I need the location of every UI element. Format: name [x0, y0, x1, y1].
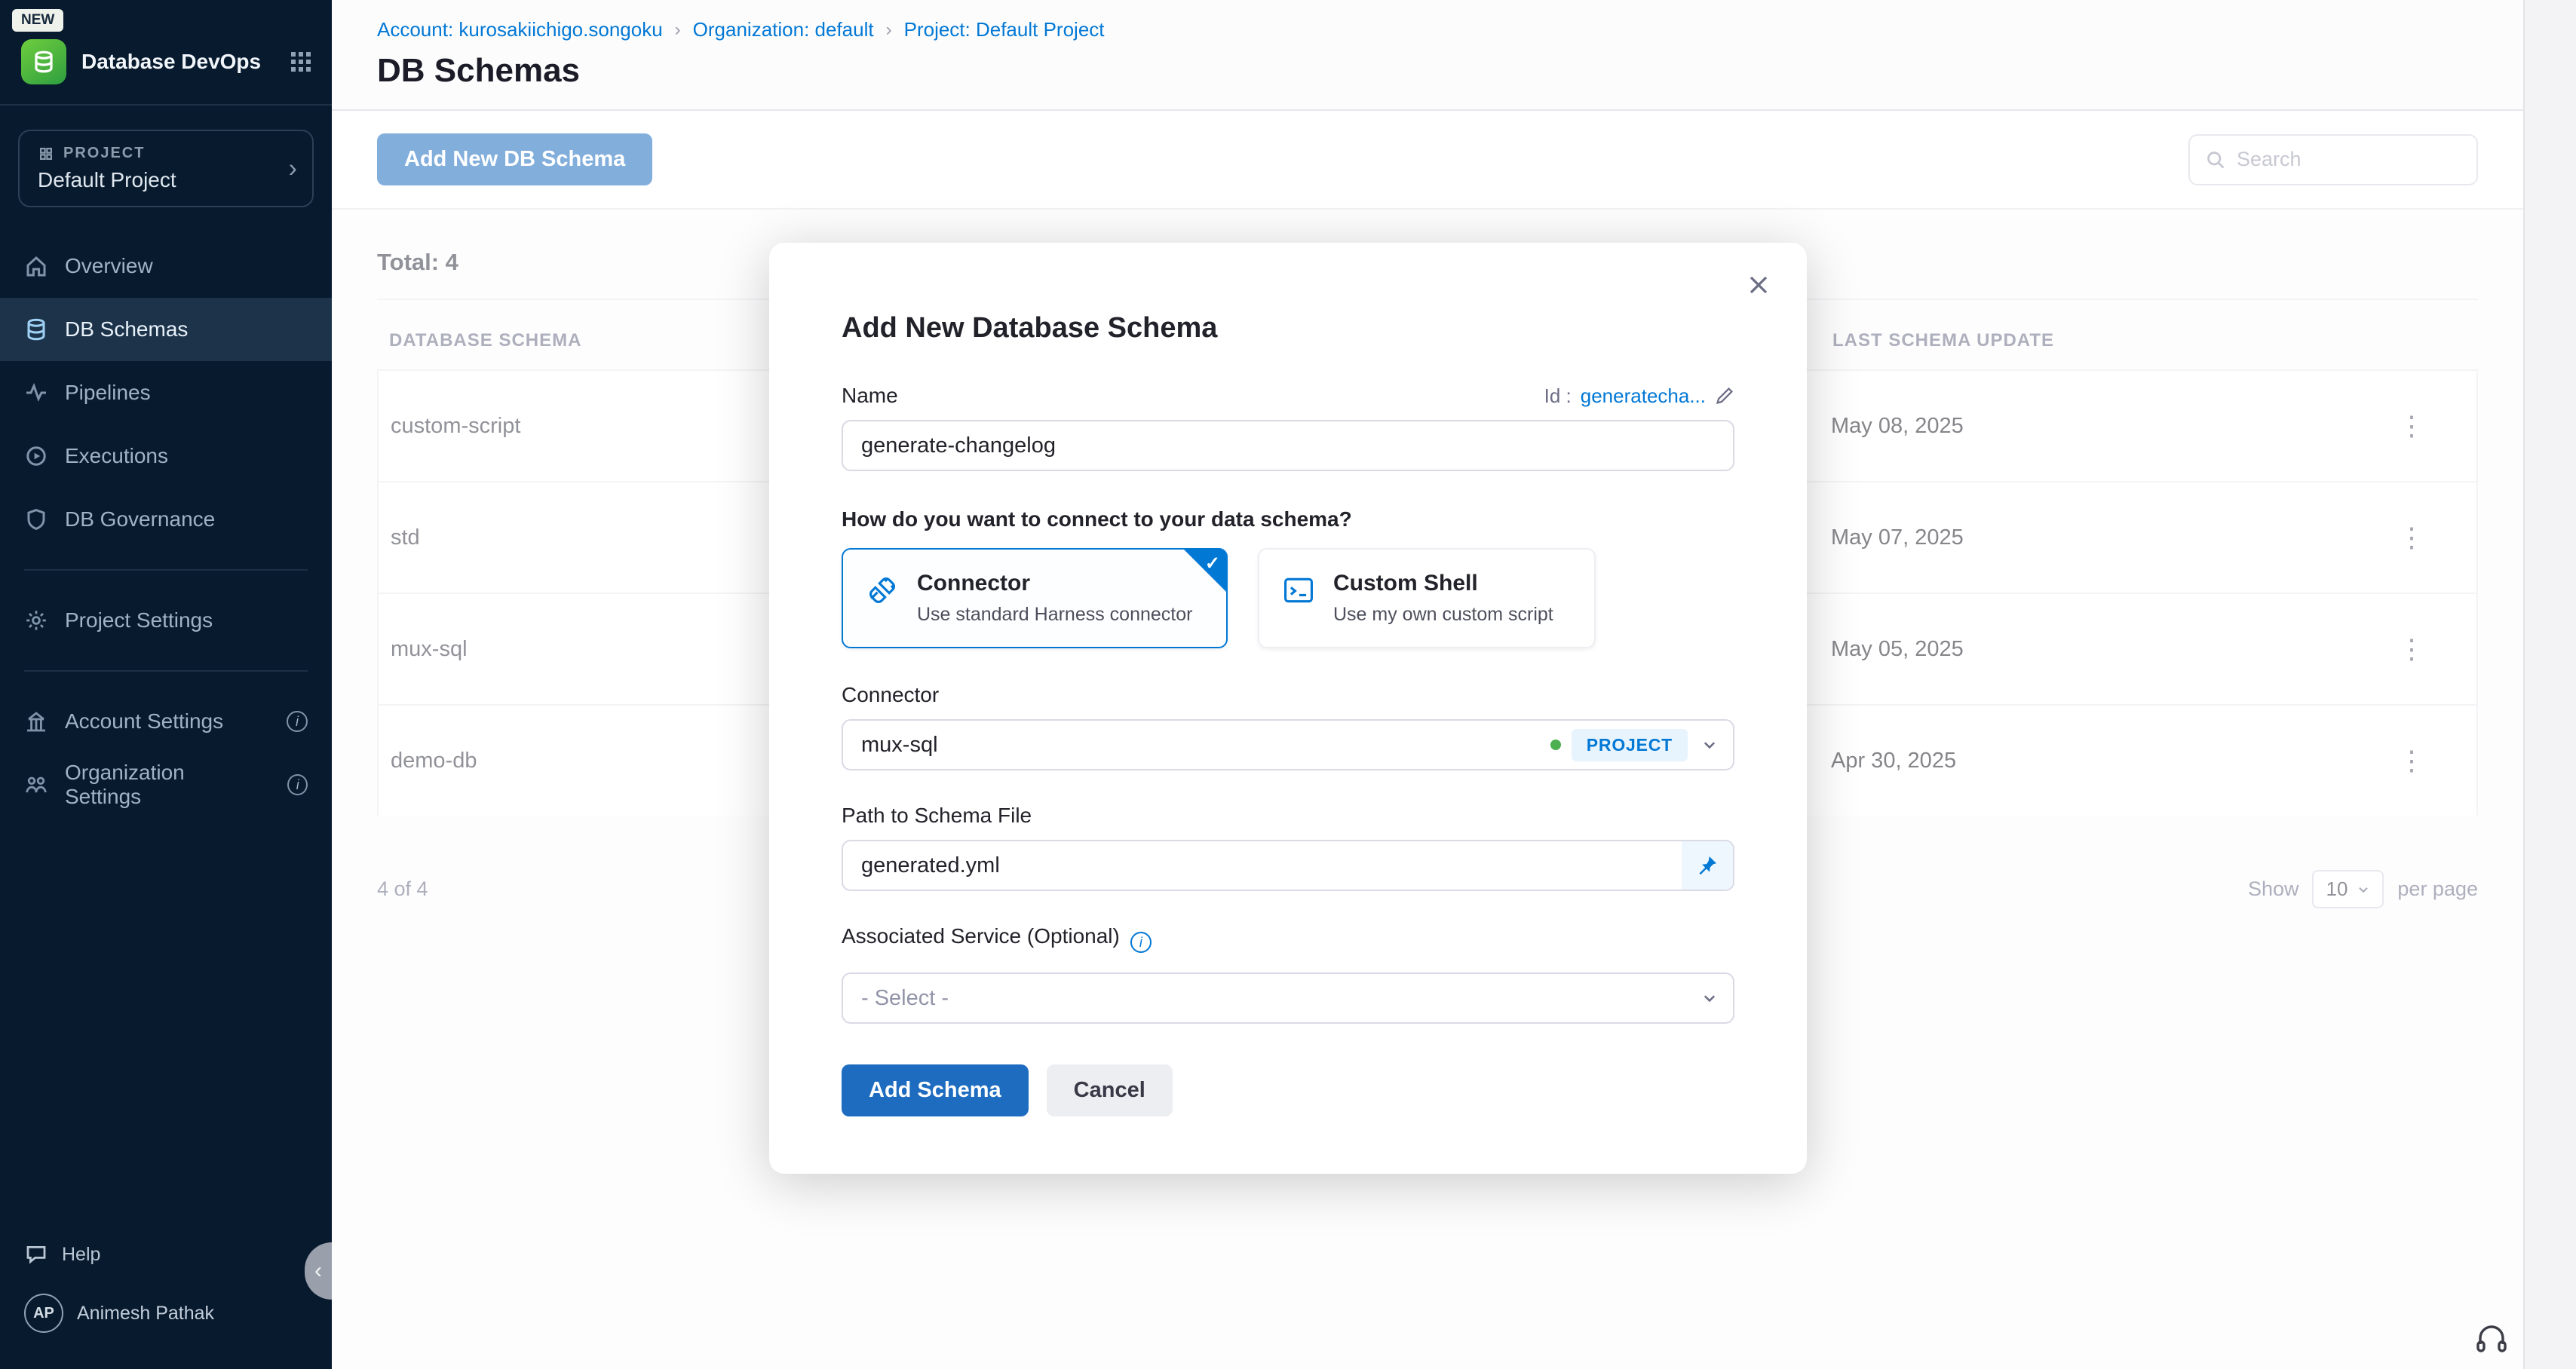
- sidebar-item-label: Project Settings: [65, 608, 213, 632]
- avatar: AP: [24, 1294, 63, 1333]
- new-badge: NEW: [12, 9, 63, 32]
- connector-select[interactable]: mux-sql PROJECT: [842, 719, 1734, 770]
- add-schema-modal: Add New Database Schema Name Id : genera…: [769, 243, 1807, 1174]
- help-chat-icon: [24, 1242, 48, 1266]
- sidebar-item-db-schemas[interactable]: DB Schemas: [0, 298, 332, 361]
- module-grid-icon[interactable]: [291, 52, 311, 72]
- terminal-icon: [1282, 574, 1315, 607]
- sidebar-bottom: Help AP Animesh Pathak: [0, 1229, 332, 1369]
- divider: [24, 670, 308, 672]
- project-name: Default Project: [38, 168, 294, 192]
- sidebar-item-executions[interactable]: Executions: [0, 424, 332, 488]
- project-selector[interactable]: PROJECT Default Project ›: [18, 130, 314, 207]
- fixed-value-pin-icon[interactable]: [1682, 841, 1733, 890]
- sidebar-nav: Overview DB Schemas Pipelines Executions: [0, 234, 332, 551]
- divider: [0, 104, 332, 106]
- associated-service-value: - Select -: [861, 986, 1701, 1011]
- chevron-right-icon: ›: [289, 154, 297, 183]
- info-icon[interactable]: i: [287, 774, 308, 795]
- path-label: Path to Schema File: [842, 804, 1734, 828]
- check-icon: ✓: [1205, 553, 1220, 574]
- page-header: Account: kurosakiichigo.songoku › Organi…: [332, 0, 2523, 111]
- sidebar: NEW Database DevOps P: [0, 0, 332, 1369]
- page-title: DB Schemas: [377, 52, 2478, 90]
- breadcrumb-separator-icon: ›: [886, 20, 892, 41]
- breadcrumb-project-link[interactable]: Project: Default Project: [904, 18, 1105, 41]
- schema-path-input[interactable]: [842, 840, 1734, 891]
- scope-badge: PROJECT: [1572, 729, 1688, 761]
- executions-icon: [24, 444, 48, 468]
- schema-name-input[interactable]: [842, 420, 1734, 471]
- user-menu[interactable]: AP Animesh Pathak: [0, 1280, 332, 1354]
- project-scope-label: PROJECT: [63, 145, 145, 162]
- chevron-down-icon: [1701, 737, 1718, 753]
- edit-pencil-icon[interactable]: [1715, 386, 1734, 406]
- organization-icon: [24, 773, 48, 797]
- harness-logo[interactable]: [21, 39, 66, 84]
- option-title: Custom Shell: [1333, 571, 1553, 596]
- add-schema-submit-button[interactable]: Add Schema: [842, 1064, 1029, 1116]
- id-prefix: Id :: [1544, 384, 1572, 408]
- breadcrumb-organization-link[interactable]: Organization: default: [693, 18, 874, 41]
- project-scope-icon: [38, 145, 54, 162]
- option-title: Connector: [917, 571, 1192, 596]
- user-name: Animesh Pathak: [77, 1303, 214, 1325]
- sidebar-item-db-governance[interactable]: DB Governance: [0, 488, 332, 551]
- app-title: Database DevOps: [81, 50, 276, 74]
- option-subtitle: Use standard Harness connector: [917, 604, 1192, 626]
- connector-label: Connector: [842, 683, 1734, 707]
- divider: [24, 569, 308, 571]
- gear-icon: [24, 608, 48, 632]
- pipelines-icon: [24, 381, 48, 405]
- sidebar-item-label: Account Settings: [65, 709, 223, 734]
- modal-title: Add New Database Schema: [842, 312, 1734, 345]
- support-widget-icon[interactable]: [2473, 1321, 2510, 1357]
- connector-value: mux-sql: [861, 733, 1550, 758]
- sidebar-item-pipelines[interactable]: Pipelines: [0, 361, 332, 424]
- sidebar-item-overview[interactable]: Overview: [0, 234, 332, 298]
- sidebar-item-label: DB Schemas: [65, 317, 188, 341]
- sidebar-item-label: Organization Settings: [65, 761, 254, 809]
- option-subtitle: Use my own custom script: [1333, 604, 1553, 626]
- sidebar-item-label: DB Governance: [65, 507, 215, 531]
- account-icon: [24, 709, 48, 734]
- connect-question: How do you want to connect to your data …: [842, 507, 1734, 531]
- sidebar-item-account-settings[interactable]: Account Settings i: [0, 690, 332, 753]
- info-icon[interactable]: i: [1130, 932, 1152, 953]
- home-icon: [24, 254, 48, 278]
- connector-icon: [866, 574, 899, 607]
- name-label: Name: [842, 384, 898, 408]
- associated-service-label: Associated Service (Optional): [842, 924, 1120, 948]
- help-label: Help: [62, 1244, 100, 1266]
- db-schema-icon: [24, 317, 48, 341]
- breadcrumb-account-link[interactable]: Account: kurosakiichigo.songoku: [377, 18, 663, 41]
- sidebar-item-label: Overview: [65, 254, 153, 278]
- info-icon[interactable]: i: [287, 711, 308, 732]
- help-button[interactable]: Help: [0, 1229, 332, 1280]
- app-root: NEW Database DevOps P: [0, 0, 2576, 1369]
- id-value-link[interactable]: generatecha...: [1581, 384, 1706, 408]
- breadcrumb-separator-icon: ›: [675, 20, 681, 41]
- status-dot: [1550, 740, 1561, 750]
- breadcrumb: Account: kurosakiichigo.songoku › Organi…: [377, 18, 2478, 41]
- chevron-down-icon: [1701, 990, 1718, 1006]
- associated-service-select[interactable]: - Select -: [842, 972, 1734, 1024]
- close-icon[interactable]: [1746, 273, 1771, 297]
- sidebar-item-label: Pipelines: [65, 381, 151, 405]
- sidebar-item-organization-settings[interactable]: Organization Settings i: [0, 753, 332, 816]
- option-card-connector[interactable]: Connector Use standard Harness connector…: [842, 548, 1228, 648]
- database-logo-icon: [32, 50, 56, 74]
- cancel-button[interactable]: Cancel: [1047, 1064, 1173, 1116]
- sidebar-item-project-settings[interactable]: Project Settings: [0, 589, 332, 652]
- scrollbar-gutter[interactable]: [2523, 0, 2576, 1369]
- option-card-custom-shell[interactable]: Custom Shell Use my own custom script: [1258, 548, 1596, 648]
- shield-icon: [24, 507, 48, 531]
- sidebar-item-label: Executions: [65, 444, 168, 468]
- brand-row: Database DevOps: [0, 32, 332, 104]
